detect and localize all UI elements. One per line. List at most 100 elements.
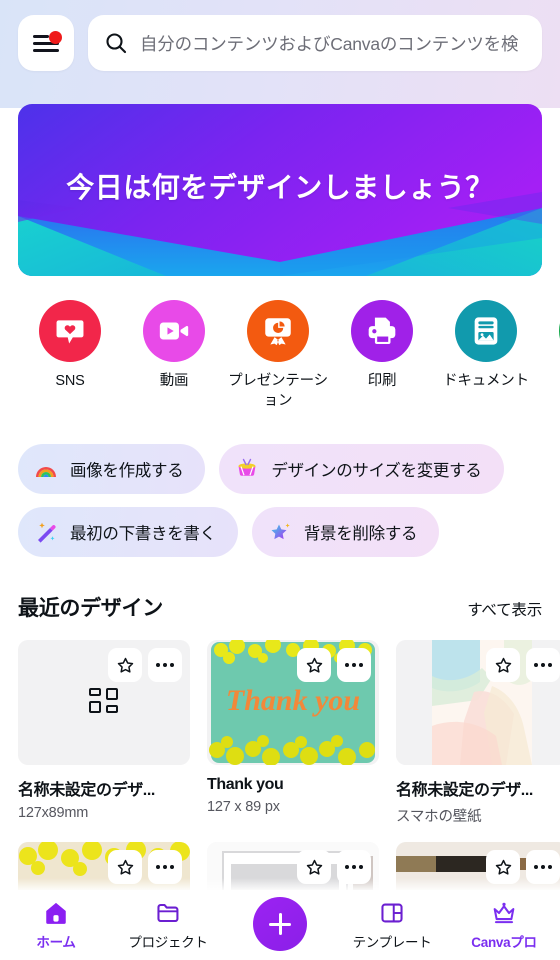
- design-thumbnail[interactable]: [18, 640, 190, 765]
- chip-label: 画像を作成する: [70, 462, 184, 480]
- placeholder-grid-icon: [89, 687, 119, 718]
- category-item-sns[interactable]: SNS: [18, 300, 122, 425]
- design-card[interactable]: Thank you Thank you 127 x 89 px: [207, 640, 379, 826]
- notification-dot-badge: [49, 31, 62, 44]
- printer-icon: [368, 317, 396, 345]
- favorite-star-button[interactable]: [297, 648, 331, 682]
- drum-icon: [235, 457, 259, 481]
- section-title: 最近のデザイン: [18, 597, 163, 620]
- design-title: Thank you: [207, 776, 284, 793]
- chip-write-first-draft[interactable]: 最初の下書きを書く: [18, 507, 238, 557]
- category-icon-bg: [455, 300, 517, 362]
- star-outline-icon: [117, 859, 133, 875]
- card-actions: [108, 648, 182, 682]
- more-options-button[interactable]: [148, 648, 182, 682]
- chip-row-2: 最初の下書きを書く 背景を削除する: [18, 507, 560, 557]
- presentation-chart-icon: [265, 318, 291, 346]
- recent-designs-header: 最近のデザイン すべて表示: [18, 592, 542, 622]
- design-subtitle: 127 x 89 px: [207, 799, 280, 815]
- canva-home-screen: 自分のコンテンツおよびCanvaのコンテンツを検 今日は何をデザインしましょう？…: [0, 0, 560, 960]
- category-icon-bg: [247, 300, 309, 362]
- view-all-link[interactable]: すべて表示: [467, 598, 542, 620]
- speech-bubble-heart-icon: [56, 320, 84, 344]
- category-item-print[interactable]: 印刷: [330, 300, 434, 425]
- more-options-icon: [534, 663, 552, 667]
- category-item-presentation[interactable]: プレゼンテーション: [226, 300, 330, 425]
- nav-item-canva-pro[interactable]: Canvaプロ: [448, 900, 560, 951]
- category-item-whiteboard[interactable]: ホワ: [538, 300, 560, 425]
- chip-row-1: 画像を作成する デザインのサイズを変更する: [18, 444, 560, 494]
- category-row[interactable]: SNS 動画 プレゼンテーション 印刷 ドキュメント: [0, 300, 560, 425]
- category-label: ホワ: [540, 372, 560, 392]
- nav-label: テンプレート: [352, 934, 432, 950]
- magic-wand-icon: [34, 520, 58, 544]
- chip-remove-background[interactable]: 背景を削除する: [251, 507, 440, 557]
- design-thumbnail[interactable]: [396, 640, 560, 765]
- design-title: 名称未設定のデザ...: [396, 782, 533, 799]
- category-label: 動画: [159, 373, 189, 389]
- chip-create-image[interactable]: 画像を作成する: [18, 444, 206, 494]
- suggestion-chips: 画像を作成する デザインのサイズを変更する 最初の下書きを書く 背景を削除する: [18, 444, 560, 570]
- nav-label: プロジェクト: [128, 934, 208, 950]
- design-card[interactable]: 名称未設定のデザ... 127x89mm: [18, 640, 190, 826]
- document-image-icon: [474, 317, 498, 345]
- home-icon: [46, 902, 66, 924]
- template-layout-icon: [381, 903, 403, 922]
- star-outline-icon: [495, 657, 511, 673]
- star-outline-icon: [495, 859, 511, 875]
- favorite-star-button[interactable]: [486, 648, 520, 682]
- category-icon-bg: [39, 300, 101, 362]
- design-thumbnail[interactable]: Thank you: [207, 640, 379, 765]
- chip-label: 背景を削除する: [303, 525, 418, 543]
- chip-resize-design[interactable]: デザインのサイズを変更する: [219, 444, 504, 494]
- create-design-fab[interactable]: [253, 897, 307, 951]
- plus-icon: [269, 913, 291, 935]
- top-bar: 自分のコンテンツおよびCanvaのコンテンツを検: [0, 0, 560, 86]
- svg-text:Thank you: Thank you: [226, 684, 360, 717]
- more-options-icon: [345, 663, 363, 667]
- design-card[interactable]: 名称未設定のデザ... スマホの壁紙: [396, 640, 560, 826]
- design-subtitle: スマホの壁紙: [396, 809, 482, 825]
- more-options-button[interactable]: [526, 648, 560, 682]
- search-input[interactable]: 自分のコンテンツおよびCanvaのコンテンツを検: [88, 15, 542, 71]
- favorite-star-button[interactable]: [108, 648, 142, 682]
- category-label: ドキュメント: [443, 373, 529, 389]
- design-title: 名称未設定のデザ...: [18, 782, 155, 799]
- crown-icon: [493, 902, 515, 923]
- nav-item-projects[interactable]: プロジェクト: [112, 900, 224, 951]
- hero-title: 今日は何をデザインしましょう？: [66, 172, 494, 203]
- video-camera-icon: [159, 322, 189, 340]
- design-row-1: 名称未設定のデザ... 127x89mm Thank you Thank you…: [18, 640, 560, 826]
- star-outline-icon: [306, 859, 322, 875]
- chip-label: 最初の下書きを書く: [70, 525, 216, 543]
- chip-label: デザインのサイズを変更する: [271, 462, 482, 480]
- search-placeholder-text: 自分のコンテンツおよびCanvaのコンテンツを検: [140, 33, 519, 54]
- bottom-navigation-bar: ホーム プロジェクト テンプレート Canvaプロ: [0, 890, 560, 960]
- category-icon-bg: [351, 300, 413, 362]
- category-item-video[interactable]: 動画: [122, 300, 226, 425]
- search-icon: [106, 33, 127, 54]
- card-actions: [297, 648, 371, 682]
- more-options-icon: [534, 865, 552, 869]
- category-item-document[interactable]: ドキュメント: [434, 300, 538, 425]
- category-label: プレゼンテーション: [228, 373, 328, 409]
- hero-banner[interactable]: 今日は何をデザインしましょう？: [18, 104, 542, 276]
- hamburger-menu-button[interactable]: [18, 15, 74, 71]
- more-options-icon: [345, 865, 363, 869]
- design-subtitle: 127x89mm: [18, 805, 89, 821]
- card-actions: [486, 648, 560, 682]
- folder-icon: [157, 903, 179, 922]
- rainbow-icon: [34, 457, 58, 481]
- category-icon-bg: [143, 300, 205, 362]
- category-label: 印刷: [367, 373, 397, 389]
- nav-item-templates[interactable]: テンプレート: [336, 900, 448, 951]
- more-options-button[interactable]: [337, 648, 371, 682]
- more-options-icon: [156, 865, 174, 869]
- star-outline-icon: [117, 657, 133, 673]
- nav-label: ホーム: [36, 934, 76, 950]
- nav-item-home[interactable]: ホーム: [0, 900, 112, 951]
- create-design-fab-slot: [224, 897, 336, 953]
- sparkle-star-icon: [268, 520, 292, 544]
- category-label: SNS: [55, 373, 85, 389]
- star-outline-icon: [306, 657, 322, 673]
